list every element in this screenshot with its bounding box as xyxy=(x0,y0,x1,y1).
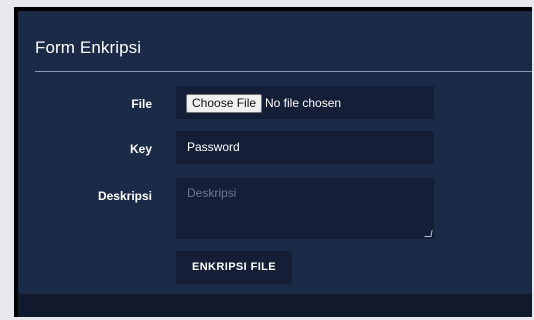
file-label: File xyxy=(131,97,152,111)
key-label: Key xyxy=(129,142,152,156)
encryption-form-panel: Form Enkripsi File Choose File No file c… xyxy=(18,11,532,294)
encrypt-file-button[interactable]: ENKRIPSI FILE xyxy=(176,251,292,284)
choose-file-button[interactable]: Choose File xyxy=(186,94,263,113)
key-input[interactable]: Password xyxy=(176,131,434,164)
file-status-text: No file chosen xyxy=(265,96,342,110)
description-placeholder: Deskripsi xyxy=(187,186,237,200)
description-label: Deskripsi xyxy=(97,189,152,203)
panel-footer xyxy=(18,294,532,317)
title-divider xyxy=(35,71,532,72)
form-title: Form Enkripsi xyxy=(35,38,142,57)
file-input[interactable]: Choose File No file chosen xyxy=(176,86,434,119)
description-textarea[interactable]: Deskripsi xyxy=(176,178,434,239)
resize-handle-icon[interactable] xyxy=(424,230,433,237)
window-frame: Form Enkripsi File Choose File No file c… xyxy=(14,7,532,317)
